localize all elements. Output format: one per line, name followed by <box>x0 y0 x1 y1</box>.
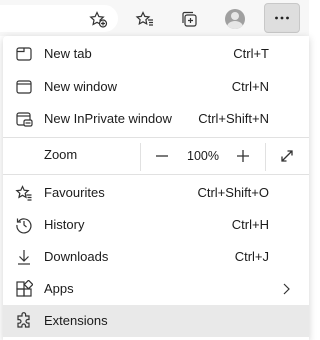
menu-item-shortcut: Ctrl+Shift+O <box>197 185 269 200</box>
menu-item-new-window[interactable]: New window Ctrl+N <box>3 71 309 103</box>
zoom-level: 100% <box>187 149 219 163</box>
menu-item-label: Extensions <box>44 313 108 328</box>
apps-icon <box>15 279 34 298</box>
extensions-icon <box>15 312 33 330</box>
menu-item-label: New InPrivate window <box>44 111 172 126</box>
menu-item-label: Favourites <box>44 185 105 200</box>
zoom-label: Zoom <box>44 147 78 162</box>
browser-toolbar <box>0 0 309 36</box>
plus-icon <box>237 150 249 162</box>
menu-item-history[interactable]: History Ctrl+H <box>3 209 309 241</box>
profile-icon[interactable] <box>221 5 249 33</box>
zoom-separator <box>140 143 141 171</box>
menu-item-extensions[interactable]: Extensions <box>3 305 309 337</box>
new-window-icon <box>15 78 33 96</box>
minus-icon <box>156 155 168 157</box>
menu-item-new-inprivate-window[interactable]: New InPrivate window Ctrl+Shift+N <box>3 103 309 135</box>
menu-item-label: New window <box>44 79 117 94</box>
new-tab-icon <box>15 45 33 63</box>
menu-item-label: New tab <box>44 46 92 61</box>
history-icon <box>15 216 33 234</box>
zoom-out-button[interactable] <box>148 142 176 170</box>
chevron-right-icon <box>279 282 293 296</box>
add-favorite-icon[interactable] <box>84 5 112 33</box>
favorites-icon[interactable] <box>131 5 159 33</box>
zoom-row: Zoom 100% <box>3 139 309 173</box>
zoom-in-button[interactable] <box>229 142 257 170</box>
fullscreen-icon <box>281 150 293 162</box>
more-icon[interactable] <box>264 3 300 33</box>
menu-item-favourites[interactable]: Favourites Ctrl+Shift+O <box>3 177 309 209</box>
menu-item-shortcut: Ctrl+T <box>233 46 269 61</box>
menu-divider <box>3 137 309 138</box>
menu-item-shortcut: Ctrl+N <box>231 79 269 94</box>
download-icon <box>15 248 33 266</box>
zoom-separator <box>265 143 266 171</box>
menu-item-label: Apps <box>44 281 74 296</box>
inprivate-icon <box>15 110 33 128</box>
menu-item-label: Downloads <box>44 249 109 264</box>
menu-item-new-tab[interactable]: New tab Ctrl+T <box>3 38 309 70</box>
favourites-icon <box>15 184 33 202</box>
menu-item-shortcut: Ctrl+J <box>234 249 269 264</box>
menu-item-shortcut: Ctrl+Shift+N <box>198 111 269 126</box>
menu-item-label: History <box>44 217 85 232</box>
menu-divider <box>3 174 309 175</box>
settings-menu: New tab Ctrl+T New window Ctrl+N New InP… <box>3 36 309 340</box>
menu-item-downloads[interactable]: Downloads Ctrl+J <box>3 241 309 273</box>
avatar <box>225 9 245 29</box>
menu-item-apps[interactable]: Apps <box>3 273 309 305</box>
collections-icon[interactable] <box>175 5 203 33</box>
menu-item-shortcut: Ctrl+H <box>231 217 269 232</box>
fullscreen-button[interactable] <box>273 142 301 170</box>
